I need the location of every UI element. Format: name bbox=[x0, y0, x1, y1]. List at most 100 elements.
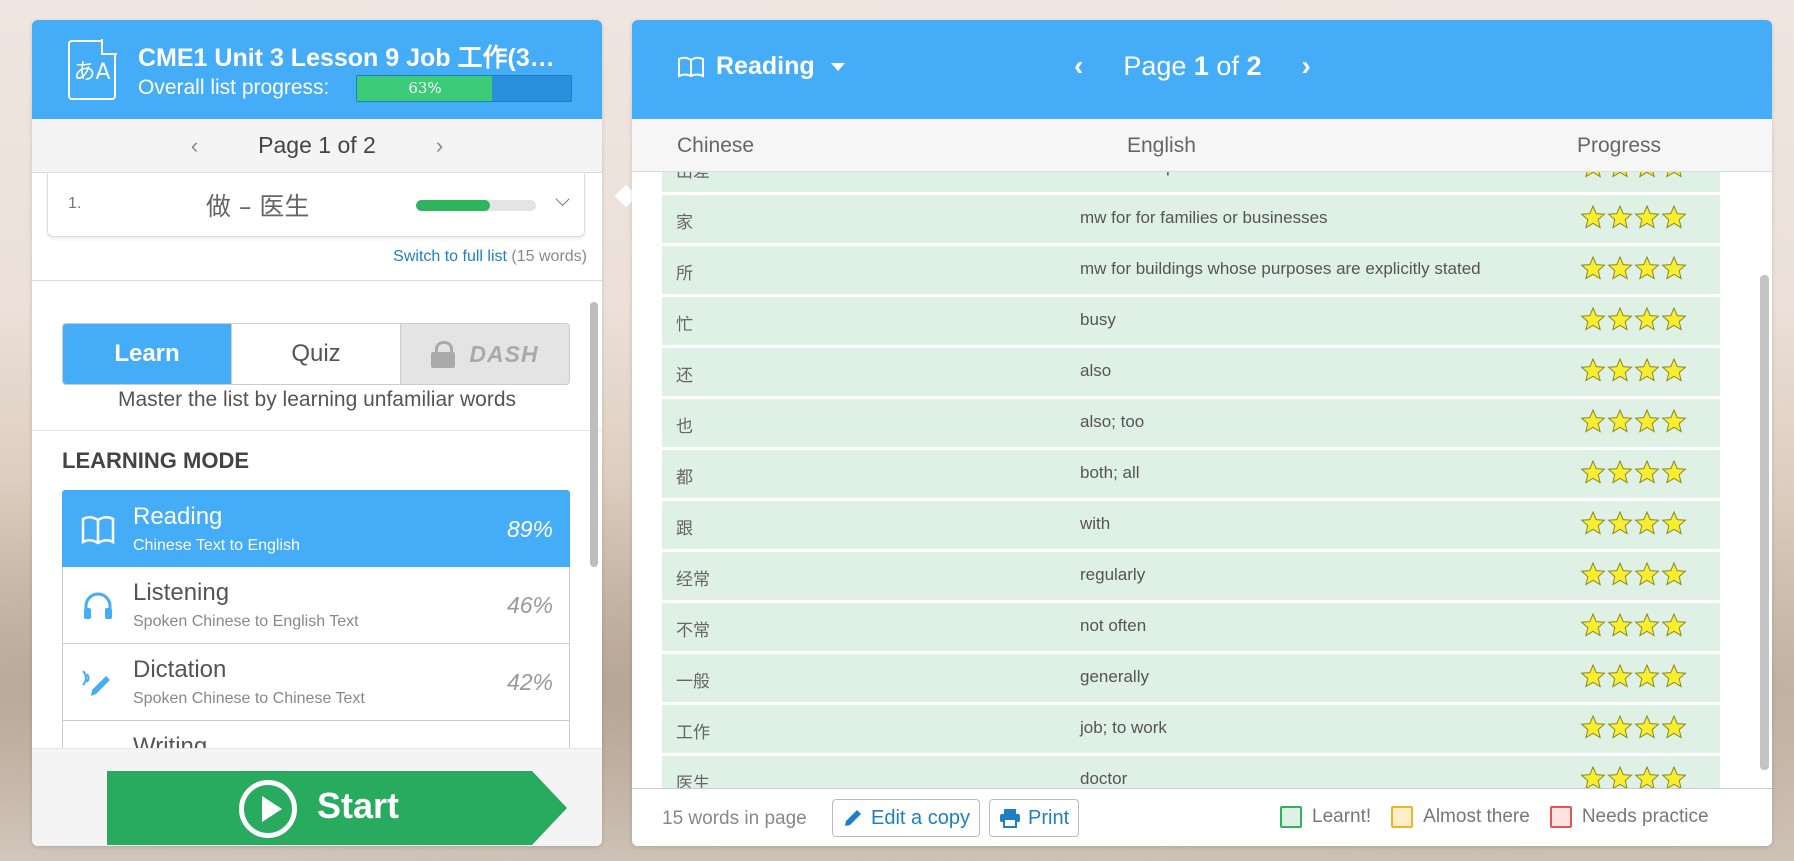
switch-full-list-link[interactable]: Switch to full list bbox=[393, 248, 507, 265]
word-chinese: 还 bbox=[676, 366, 693, 386]
prev-page-icon[interactable]: ‹ bbox=[1074, 50, 1083, 82]
mode-subtitle: Spoken Chinese to English Text bbox=[133, 613, 359, 630]
star-icon bbox=[1607, 561, 1633, 592]
word-row[interactable]: 也 also; too bbox=[662, 399, 1720, 447]
mode-item-reading[interactable]: Reading Chinese Text to English 89% bbox=[62, 490, 570, 567]
word-rows: 出差 business trip 家 mw for for families or b… bbox=[662, 172, 1720, 788]
tab-quiz[interactable]: Quiz bbox=[232, 324, 401, 384]
progress-legend: Learnt! Almost there Needs practice bbox=[1280, 806, 1719, 828]
star-icon bbox=[1661, 459, 1687, 490]
edit-copy-button[interactable]: Edit a copy bbox=[832, 799, 980, 837]
pencil-icon bbox=[845, 810, 861, 826]
word-progress-stars bbox=[1580, 663, 1687, 694]
legend-swatch bbox=[1549, 806, 1572, 828]
star-icon bbox=[1634, 561, 1660, 592]
word-progress-stars bbox=[1580, 612, 1687, 643]
star-icon bbox=[1661, 357, 1687, 388]
left-page-indicator: Page 1 of 2 bbox=[258, 132, 376, 158]
star-icon bbox=[1661, 204, 1687, 235]
edit-copy-label: Edit a copy bbox=[871, 806, 970, 829]
word-progress-stars bbox=[1580, 408, 1687, 439]
star-icon bbox=[1634, 459, 1660, 490]
legend-swatch bbox=[1280, 806, 1302, 828]
word-progress-stars bbox=[1580, 459, 1687, 490]
word-row[interactable]: 忙 busy bbox=[662, 297, 1720, 345]
star-icon bbox=[1634, 408, 1660, 439]
star-icon bbox=[1580, 510, 1606, 541]
word-chinese: 医生 bbox=[676, 774, 710, 788]
print-button[interactable]: Print bbox=[989, 799, 1080, 837]
word-row[interactable]: 跟 with bbox=[662, 501, 1720, 549]
word-chinese: 工作 bbox=[676, 723, 710, 743]
word-chinese: 出差 bbox=[676, 172, 710, 182]
word-row[interactable]: 还 also bbox=[662, 348, 1720, 396]
word-row[interactable]: 不常 not often bbox=[662, 603, 1720, 651]
star-icon bbox=[1607, 408, 1633, 439]
star-icon bbox=[1661, 765, 1687, 788]
play-icon bbox=[239, 780, 297, 838]
star-icon bbox=[1580, 561, 1606, 592]
legend-label: Almost there bbox=[1423, 806, 1530, 827]
chevron-down-icon[interactable]: ⌵ bbox=[555, 189, 570, 212]
word-english: with bbox=[1080, 514, 1111, 533]
word-row[interactable]: 工作 job; to work bbox=[662, 705, 1720, 753]
right-scrollbar[interactable] bbox=[1760, 275, 1769, 770]
prev-page-icon[interactable]: ‹ bbox=[191, 133, 198, 159]
word-english: job; to work bbox=[1080, 718, 1167, 737]
star-icon bbox=[1661, 663, 1687, 694]
star-icon bbox=[1607, 714, 1633, 745]
word-progress-stars bbox=[1580, 765, 1687, 788]
tab-dash[interactable]: DASH bbox=[401, 324, 569, 384]
word-chinese: 忙 bbox=[676, 315, 693, 335]
word-row[interactable]: 家 mw for for families or businesses bbox=[662, 195, 1720, 243]
overall-progress-label: Overall list progress: bbox=[138, 76, 330, 99]
page-middle: of bbox=[1208, 50, 1247, 81]
start-button[interactable]: Start bbox=[107, 771, 567, 845]
word-progress-stars bbox=[1580, 714, 1687, 745]
next-page-icon[interactable]: › bbox=[1301, 50, 1310, 82]
left-scrollbar[interactable] bbox=[590, 302, 598, 567]
word-row[interactable]: 出差 business trip bbox=[662, 172, 1720, 192]
star-icon bbox=[1607, 663, 1633, 694]
word-row[interactable]: 经常 regularly bbox=[662, 552, 1720, 600]
word-english: mw for buildings whose purposes are expl… bbox=[1080, 259, 1481, 278]
star-icon bbox=[1607, 204, 1633, 235]
divider bbox=[32, 280, 602, 281]
star-icon bbox=[1580, 408, 1606, 439]
star-icon bbox=[1634, 172, 1660, 184]
next-page-icon[interactable]: › bbox=[436, 133, 443, 159]
star-icon bbox=[1580, 306, 1606, 337]
word-chinese: 不常 bbox=[676, 621, 710, 641]
mode-name: Dictation bbox=[133, 656, 227, 683]
word-progress-stars bbox=[1580, 357, 1687, 388]
word-progress-stars bbox=[1580, 306, 1687, 337]
list-title[interactable]: CME1 Unit 3 Lesson 9 Job 工作(3… bbox=[138, 38, 578, 74]
star-icon bbox=[1634, 612, 1660, 643]
caret-down-icon bbox=[830, 62, 845, 71]
mode-item-listening[interactable]: Listening Spoken Chinese to English Text 4… bbox=[62, 567, 570, 644]
word-row[interactable]: 所 mw for buildings whose purposes are exp… bbox=[662, 246, 1720, 294]
word-english: busy bbox=[1080, 310, 1116, 329]
tab-learn[interactable]: Learn bbox=[63, 324, 232, 384]
mode-item-dictation[interactable]: Dictation Spoken Chinese to Chinese Text 4… bbox=[62, 644, 570, 721]
word-group-card[interactable]: 1. 做 – 医生 ⌵ bbox=[47, 173, 585, 237]
word-row[interactable]: 一般 generally bbox=[662, 654, 1720, 702]
lock-icon bbox=[431, 341, 456, 368]
word-progress-stars bbox=[1580, 561, 1687, 592]
star-icon bbox=[1661, 510, 1687, 541]
mode-dropdown[interactable]: Reading bbox=[678, 52, 845, 81]
star-icon bbox=[1607, 306, 1633, 337]
word-row[interactable]: 医生 doctor bbox=[662, 756, 1720, 788]
start-footer: Start bbox=[32, 748, 602, 846]
pen-sound-icon bbox=[82, 670, 110, 696]
word-count: (15 words) bbox=[511, 248, 587, 265]
word-progress-stars bbox=[1580, 204, 1687, 235]
word-row[interactable]: 都 both; all bbox=[662, 450, 1720, 498]
word-chinese: 一般 bbox=[676, 672, 710, 692]
star-icon bbox=[1580, 172, 1606, 184]
word-group-number: 1. bbox=[68, 195, 82, 212]
word-progress-stars bbox=[1580, 172, 1687, 184]
column-headers: Chinese English Progress bbox=[632, 119, 1772, 172]
column-chinese: Chinese bbox=[677, 134, 755, 157]
word-list-footer: 15 words in page Edit a copy Print Learn… bbox=[632, 788, 1772, 846]
